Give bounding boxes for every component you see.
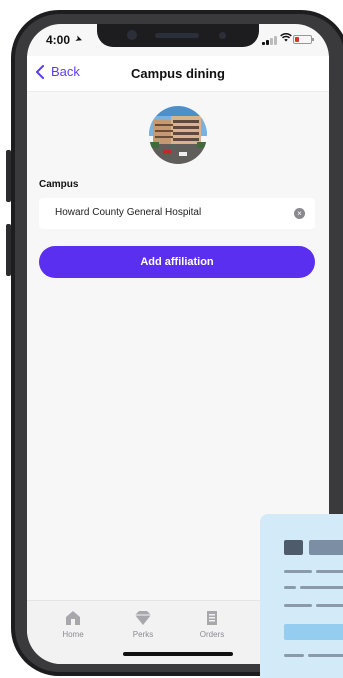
tab-home[interactable]: Home bbox=[43, 610, 103, 639]
volume-down-button bbox=[6, 224, 11, 276]
card-title-block bbox=[309, 540, 343, 555]
stage: 4:00 ➤ Back Campus dining Campus Howard … bbox=[0, 0, 343, 678]
card-line bbox=[284, 604, 312, 607]
card-line bbox=[284, 654, 304, 657]
page-title: Campus dining bbox=[131, 66, 225, 81]
home-icon bbox=[64, 610, 82, 626]
tab-orders[interactable]: Orders bbox=[182, 610, 242, 639]
wifi-icon bbox=[280, 32, 292, 45]
card-line bbox=[308, 654, 343, 657]
navigation-bar: Back Campus dining bbox=[27, 56, 329, 92]
status-time: 4:00 bbox=[46, 33, 71, 47]
clear-icon[interactable]: × bbox=[294, 208, 305, 219]
card-thumbnail-block bbox=[284, 540, 303, 555]
card-line bbox=[316, 604, 343, 607]
receipt-icon bbox=[203, 610, 221, 626]
speaker-icon bbox=[155, 33, 199, 38]
card-line bbox=[284, 570, 312, 573]
home-indicator bbox=[123, 652, 233, 656]
status-bar: 4:00 ➤ bbox=[27, 24, 329, 56]
card-line bbox=[300, 586, 343, 589]
volume-up-button bbox=[6, 150, 11, 202]
diamond-icon bbox=[134, 610, 152, 626]
campus-field-label: Campus bbox=[39, 179, 79, 190]
campus-photo bbox=[149, 106, 207, 164]
form-preview-card bbox=[260, 514, 343, 678]
camera-icon bbox=[127, 30, 137, 40]
tab-orders-label: Orders bbox=[199, 630, 225, 639]
card-line bbox=[316, 570, 343, 573]
cellular-signal-icon bbox=[262, 36, 278, 45]
battery-low-icon bbox=[293, 35, 314, 44]
add-affiliation-button[interactable]: Add affiliation bbox=[39, 246, 315, 278]
tab-perks[interactable]: Perks bbox=[113, 610, 173, 639]
tab-home-label: Home bbox=[62, 630, 84, 639]
campus-input[interactable]: Howard County General Hospital × bbox=[39, 198, 315, 229]
card-line bbox=[284, 586, 296, 589]
notch bbox=[97, 24, 259, 47]
sensor-icon bbox=[219, 32, 226, 39]
tab-perks-label: Perks bbox=[132, 630, 154, 639]
card-button-block bbox=[284, 624, 343, 640]
location-arrow-icon: ➤ bbox=[73, 33, 85, 46]
campus-input-value: Howard County General Hospital bbox=[55, 207, 202, 218]
